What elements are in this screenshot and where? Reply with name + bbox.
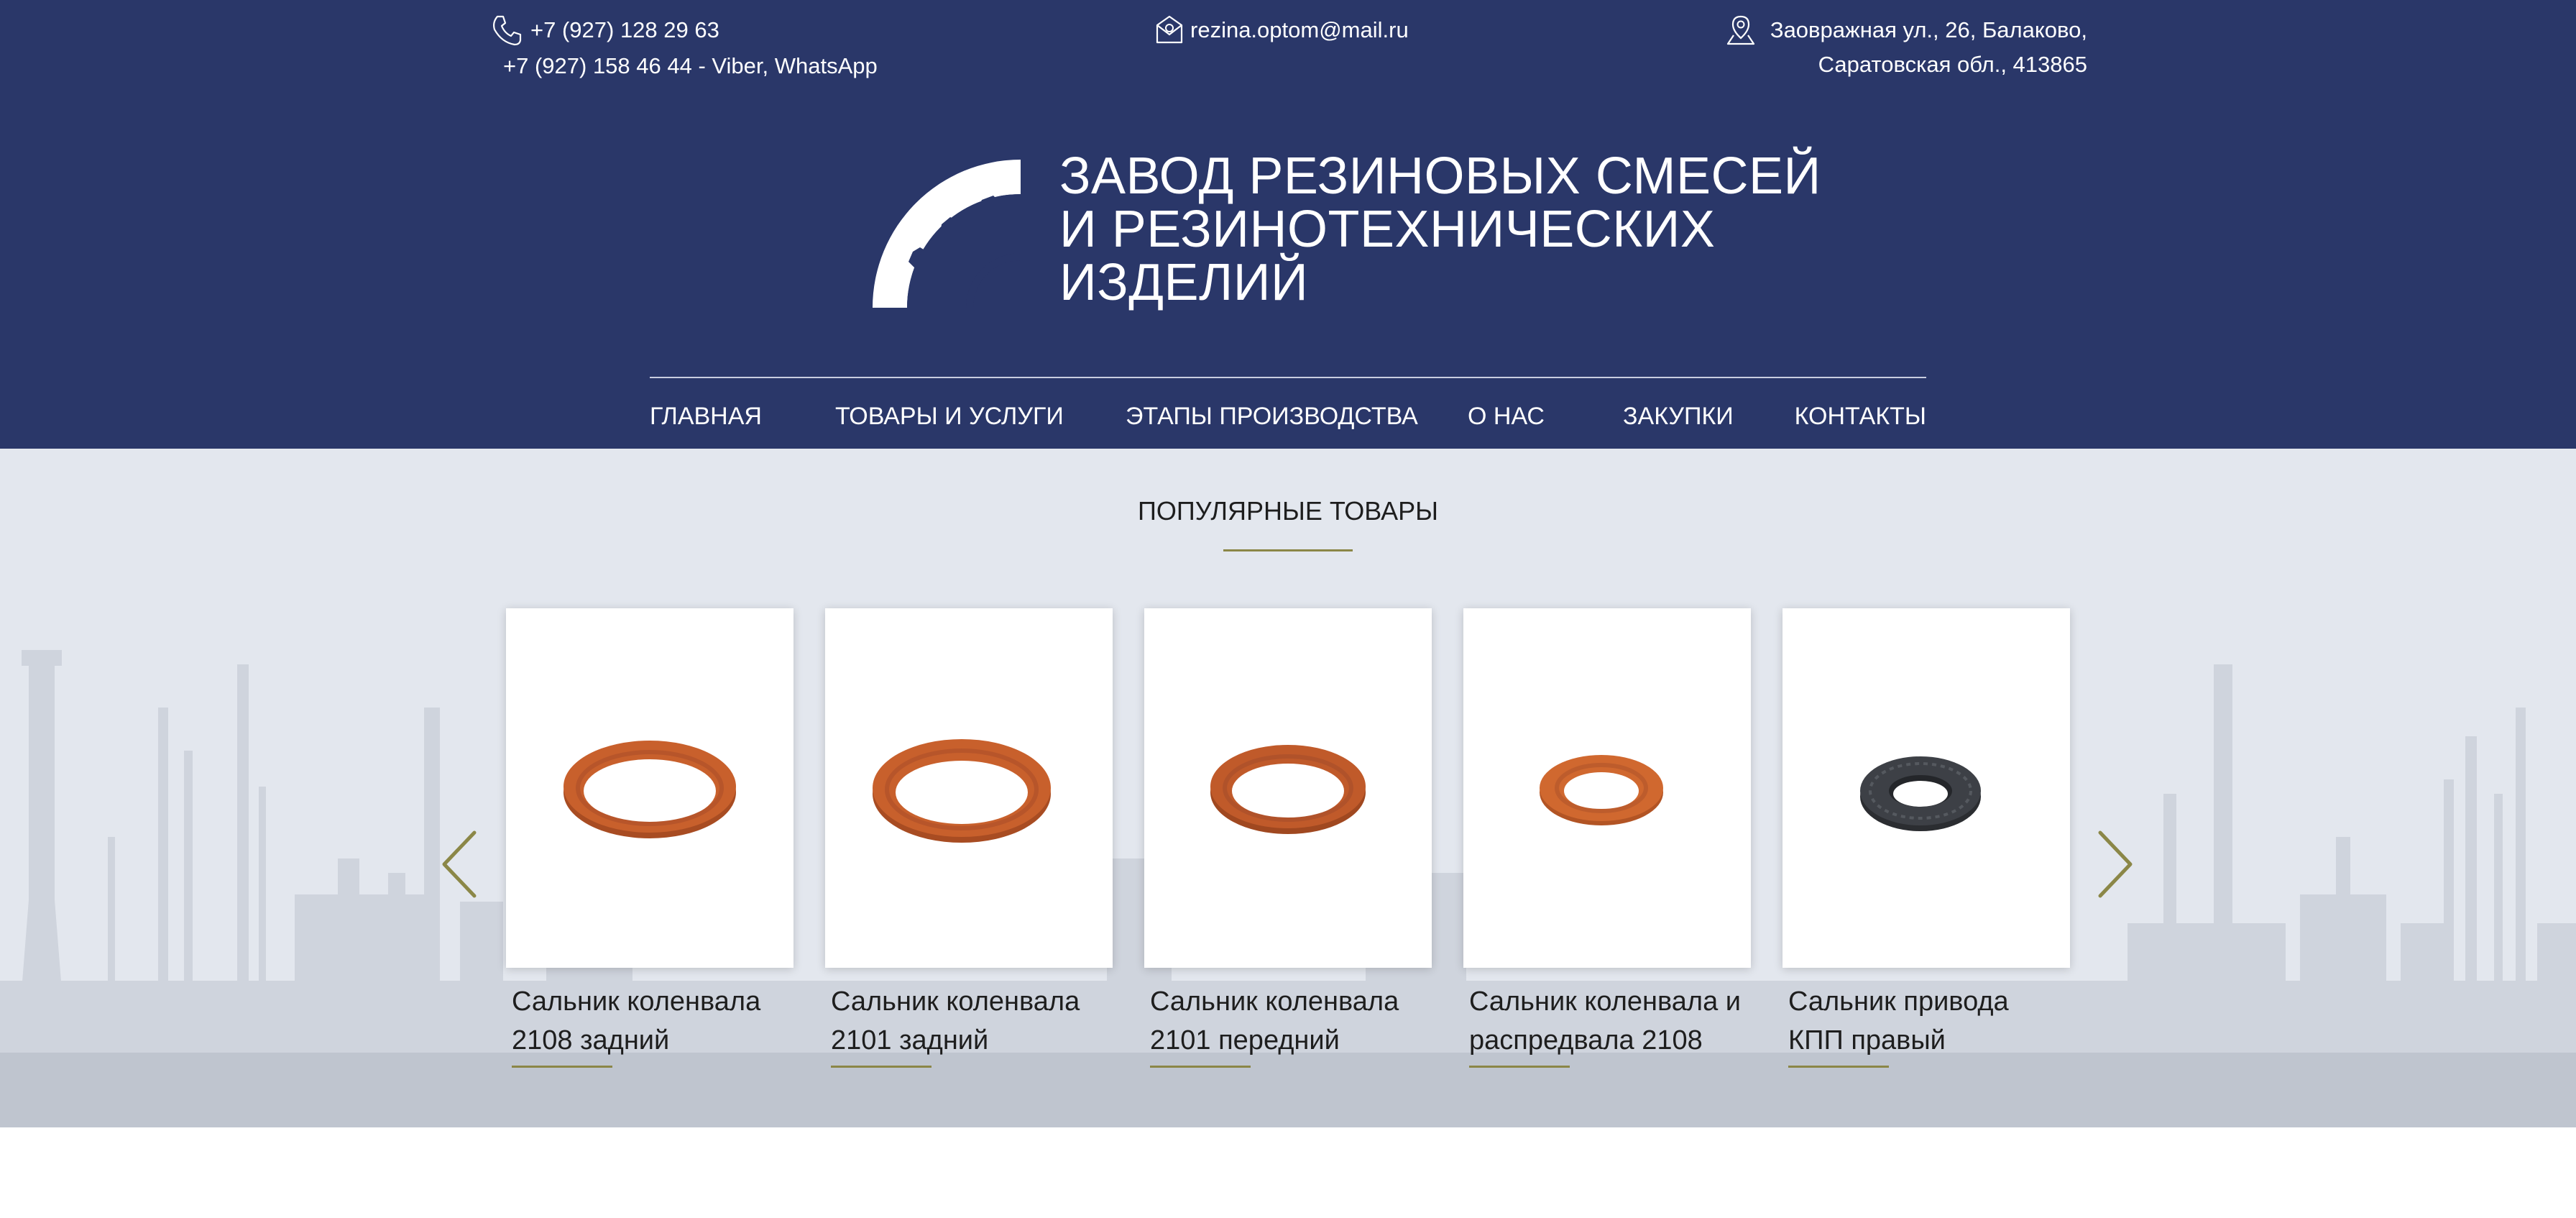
phone-number-1[interactable]: +7 (927) 128 29 63 (530, 12, 719, 48)
product-name[interactable]: Сальник привода КПП правый (1782, 982, 2070, 1060)
product-name[interactable]: Сальник коленвала и распредвала 2108 (1463, 982, 1751, 1060)
phone-number-2[interactable]: +7 (927) 158 46 44 - Viber, WhatsApp (503, 48, 878, 84)
address-line-1: Заовражная ул., 26, Балаково, (1770, 17, 2087, 42)
email-icon (1156, 15, 1183, 44)
product-name[interactable]: Сальник коленвала 2108 задний (506, 982, 794, 1060)
product-card[interactable]: Сальник коленвала 2108 задний (506, 608, 794, 1068)
location-pin-icon (1726, 15, 1755, 45)
title-underline (1223, 549, 1353, 551)
nav-procurement[interactable]: ЗАКУПКИ (1623, 399, 1734, 434)
popular-products-section: ПОПУЛЯРНЫЕ ТОВАРЫ Сальник коленвала 2108… (0, 449, 2576, 1127)
logo-line-1: ЗАВОД РЕЗИНОВЫХ СМЕСЕЙ (1059, 147, 1821, 205)
product-card[interactable]: Сальник коленвала и распредвала 2108 (1463, 608, 1751, 1068)
product-card[interactable]: Сальник коленвала 2101 передний (1144, 608, 1432, 1068)
nav-home[interactable]: ГЛАВНАЯ (650, 399, 762, 434)
product-image[interactable] (506, 608, 794, 968)
company-logo-text[interactable]: ЗАВОД РЕЗИНОВЫХ СМЕСЕЙ И РЕЗИНОТЕХНИЧЕСК… (1059, 150, 1821, 309)
site-header: +7 (927) 128 29 63 +7 (927) 158 46 44 - … (0, 0, 2576, 449)
chevron-left-icon[interactable] (437, 828, 480, 900)
nav-products-services[interactable]: ТОВАРЫ И УСЛУГИ (835, 399, 1064, 434)
product-underline (831, 1066, 932, 1068)
product-underline (1150, 1066, 1251, 1068)
product-name[interactable]: Сальник коленвала 2101 передний (1144, 982, 1432, 1060)
product-card[interactable]: Сальник коленвала 2101 задний (825, 608, 1113, 1068)
address-line-2: Саратовская обл., 413865 (1818, 52, 2087, 77)
address-contact: Заовражная ул., 26, Балаково, Саратовска… (1725, 12, 2087, 84)
logo-line-2: И РЕЗИНОТЕХНИЧЕСКИХ (1059, 201, 1716, 258)
nav-production-stages[interactable]: ЭТАПЫ ПРОИЗВОДСТВА (1126, 399, 1418, 434)
product-underline (512, 1066, 612, 1068)
nav-about[interactable]: О НАС (1468, 399, 1545, 434)
main-navigation: ГЛАВНАЯ ТОВАРЫ И УСЛУГИ ЭТАПЫ ПРОИЗВОДСТ… (650, 399, 1926, 434)
product-image[interactable] (1782, 608, 2070, 968)
product-name[interactable]: Сальник коленвала 2101 задний (825, 982, 1113, 1060)
nav-divider (650, 377, 1926, 378)
product-card[interactable]: Сальник привода КПП правый (1782, 608, 2070, 1068)
product-underline (1469, 1066, 1570, 1068)
email-link[interactable]: rezina.optom@mail.ru (1190, 12, 1409, 48)
product-image[interactable] (825, 608, 1113, 968)
chevron-right-icon[interactable] (2094, 828, 2138, 900)
nav-contacts[interactable]: КОНТАКТЫ (1795, 399, 1926, 434)
product-image[interactable] (1463, 608, 1751, 968)
logo-line-3: ИЗДЕЛИЙ (1059, 254, 1309, 311)
gear-logo-icon[interactable] (873, 160, 1021, 308)
phone-icon (493, 15, 522, 46)
product-underline (1788, 1066, 1889, 1068)
section-title: ПОПУЛЯРНЫЕ ТОВАРЫ (1137, 496, 1439, 526)
product-image[interactable] (1144, 608, 1432, 968)
